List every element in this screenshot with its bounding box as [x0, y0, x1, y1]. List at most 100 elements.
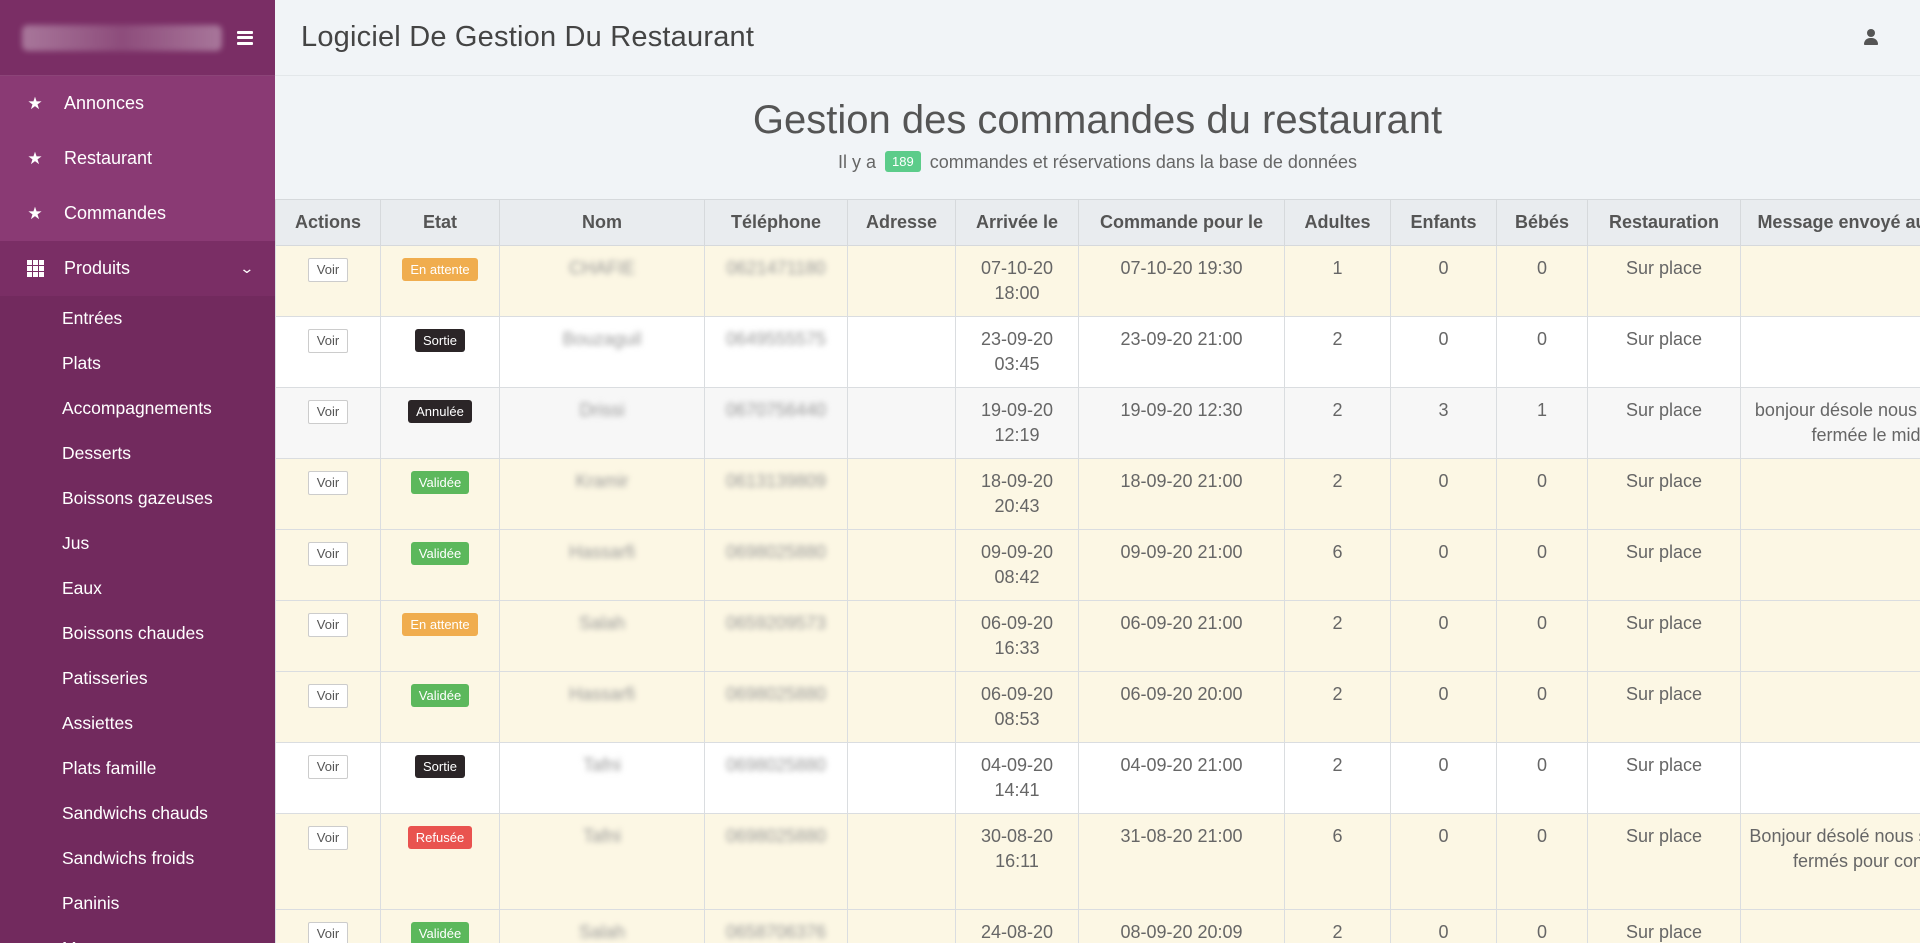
- customer-name: Kramir: [575, 471, 629, 491]
- sidebar-subitem[interactable]: Plats: [0, 341, 275, 386]
- column-header[interactable]: Adresse: [847, 199, 956, 246]
- sidebar-subitem[interactable]: Entrées: [0, 296, 275, 341]
- arrival-date: 24-08-20: [980, 922, 1054, 942]
- cell-service: Sur place: [1587, 909, 1741, 943]
- sidebar-item-annonces[interactable]: ★ Annonces: [0, 76, 275, 131]
- cell-babies: 0: [1496, 742, 1588, 814]
- column-header[interactable]: Message envoyé au client: [1740, 199, 1920, 246]
- cell-status: En attente: [380, 600, 500, 672]
- cell-address: [847, 813, 956, 910]
- star-icon: ★: [27, 203, 43, 223]
- grid-icon: [26, 260, 44, 278]
- column-header[interactable]: Etat: [380, 199, 500, 246]
- cell-babies: 0: [1496, 813, 1588, 910]
- cell-order-for: 31-08-20 21:00: [1078, 813, 1285, 910]
- view-button[interactable]: Voir: [307, 471, 349, 495]
- view-button[interactable]: Voir: [307, 755, 349, 779]
- page-heading: Gestion des commandes du restaurant Il y…: [275, 76, 1920, 199]
- sidebar-subitem[interactable]: Paninis: [0, 881, 275, 926]
- sidebar-subitem[interactable]: Boissons gazeuses: [0, 476, 275, 521]
- arrival-date: 23-09-20: [980, 329, 1054, 349]
- sidebar-subitem[interactable]: Sandwichs chauds: [0, 791, 275, 836]
- sidebar-subitem[interactable]: Plats famille: [0, 746, 275, 791]
- cell-children: 0: [1390, 742, 1497, 814]
- sidebar-subitem[interactable]: Sandwichs froids: [0, 836, 275, 881]
- cell-status: En attente: [380, 245, 500, 317]
- status-badge: Sortie: [415, 755, 465, 778]
- column-header[interactable]: Bébés: [1496, 199, 1588, 246]
- column-header[interactable]: Téléphone: [704, 199, 848, 246]
- sidebar-subitem[interactable]: Patisseries: [0, 656, 275, 701]
- cell-name: CHAFIE: [499, 245, 705, 317]
- status-badge: Validée: [410, 542, 470, 565]
- cell-actions: Voir: [275, 316, 381, 388]
- cell-order-for: 19-09-20 12:30: [1078, 387, 1285, 459]
- customer-name: Hassarfi: [568, 684, 635, 704]
- cell-phone: 0649555575: [704, 316, 848, 388]
- sidebar-item-produits[interactable]: Produits ⌄: [0, 241, 275, 296]
- column-header[interactable]: Adultes: [1284, 199, 1391, 246]
- sidebar-item-commandes[interactable]: ★ Commandes: [0, 186, 275, 241]
- page-title: Gestion des commandes du restaurant: [752, 98, 1443, 142]
- arrival-time: 08:42: [994, 567, 1040, 587]
- cell-message: bonjour désole nous somme fermée le midi: [1740, 387, 1920, 459]
- cell-adults: 2: [1284, 458, 1391, 530]
- customer-name: Tafni: [582, 755, 622, 775]
- cell-phone: 0698025880: [704, 742, 848, 814]
- view-button[interactable]: Voir: [307, 542, 349, 566]
- customer-phone: 0670756440: [725, 400, 827, 420]
- view-button[interactable]: Voir: [307, 613, 349, 637]
- table-row: Voir Validée Kramir 0613139809 18-09-20 20:43…: [275, 458, 1920, 530]
- cell-children: 0: [1390, 671, 1497, 743]
- cell-phone: 0621471180: [704, 245, 848, 317]
- sidebar-brand: [0, 0, 275, 76]
- client-message: bonjour désole nous somme fermée le midi: [1754, 400, 1920, 445]
- client-message: Bonjour désolé nous sommes fermés pour c…: [1749, 826, 1920, 871]
- sidebar-subitem[interactable]: Menus: [0, 926, 275, 943]
- view-button[interactable]: Voir: [307, 826, 349, 850]
- sidebar-subitem[interactable]: Boissons chaudes: [0, 611, 275, 656]
- column-header[interactable]: Actions: [275, 199, 381, 246]
- user-icon[interactable]: [1864, 29, 1878, 47]
- sidebar-item-label: Produits: [64, 258, 131, 278]
- column-header[interactable]: Arrivée le: [955, 199, 1079, 246]
- cell-status: Validée: [380, 529, 500, 601]
- view-button[interactable]: Voir: [307, 400, 349, 424]
- arrival-date: 18-09-20: [980, 471, 1054, 491]
- arrival-date: 06-09-20: [980, 613, 1054, 633]
- cell-arrival: 09-09-20 08:42: [955, 529, 1079, 601]
- customer-name: Salah: [578, 922, 626, 942]
- cell-adults: 6: [1284, 813, 1391, 910]
- view-button[interactable]: Voir: [307, 258, 349, 282]
- view-button[interactable]: Voir: [307, 922, 349, 943]
- column-header[interactable]: Restauration: [1587, 199, 1741, 246]
- cell-message: [1740, 458, 1920, 530]
- cell-order-for: 06-09-20 21:00: [1078, 600, 1285, 672]
- column-header[interactable]: Enfants: [1390, 199, 1497, 246]
- cell-actions: Voir: [275, 909, 381, 943]
- cell-order-for: 07-10-20 19:30: [1078, 245, 1285, 317]
- customer-name: Drissi: [579, 400, 625, 420]
- sidebar-item-restaurant[interactable]: ★ Restaurant: [0, 131, 275, 186]
- orders-table-container: Actions Etat Nom Téléphone Adresse Arrivée le…: [275, 199, 1920, 943]
- menu-toggle-icon[interactable]: [237, 30, 253, 45]
- arrival-time: 08:53: [994, 709, 1040, 729]
- customer-phone: 0659209573: [725, 613, 827, 633]
- table-row: Voir Sortie Bouzaguil 0649555575 23-09-20 03:…: [275, 316, 1920, 388]
- column-header[interactable]: Nom: [499, 199, 705, 246]
- column-header[interactable]: Commande pour le: [1078, 199, 1285, 246]
- cell-arrival: 06-09-20 16:33: [955, 600, 1079, 672]
- cell-phone: 0613139809: [704, 458, 848, 530]
- brand-logo[interactable]: [22, 24, 222, 51]
- sidebar-subitem[interactable]: Assiettes: [0, 701, 275, 746]
- sidebar-subitem[interactable]: Accompagnements: [0, 386, 275, 431]
- cell-actions: Voir: [275, 387, 381, 459]
- view-button[interactable]: Voir: [307, 329, 349, 353]
- cell-children: 3: [1390, 387, 1497, 459]
- sidebar-subitem[interactable]: Jus: [0, 521, 275, 566]
- sidebar-subitem[interactable]: Eaux: [0, 566, 275, 611]
- cell-children: 0: [1390, 909, 1497, 943]
- view-button[interactable]: Voir: [307, 684, 349, 708]
- cell-name: Hassarfi: [499, 671, 705, 743]
- sidebar-subitem[interactable]: Desserts: [0, 431, 275, 476]
